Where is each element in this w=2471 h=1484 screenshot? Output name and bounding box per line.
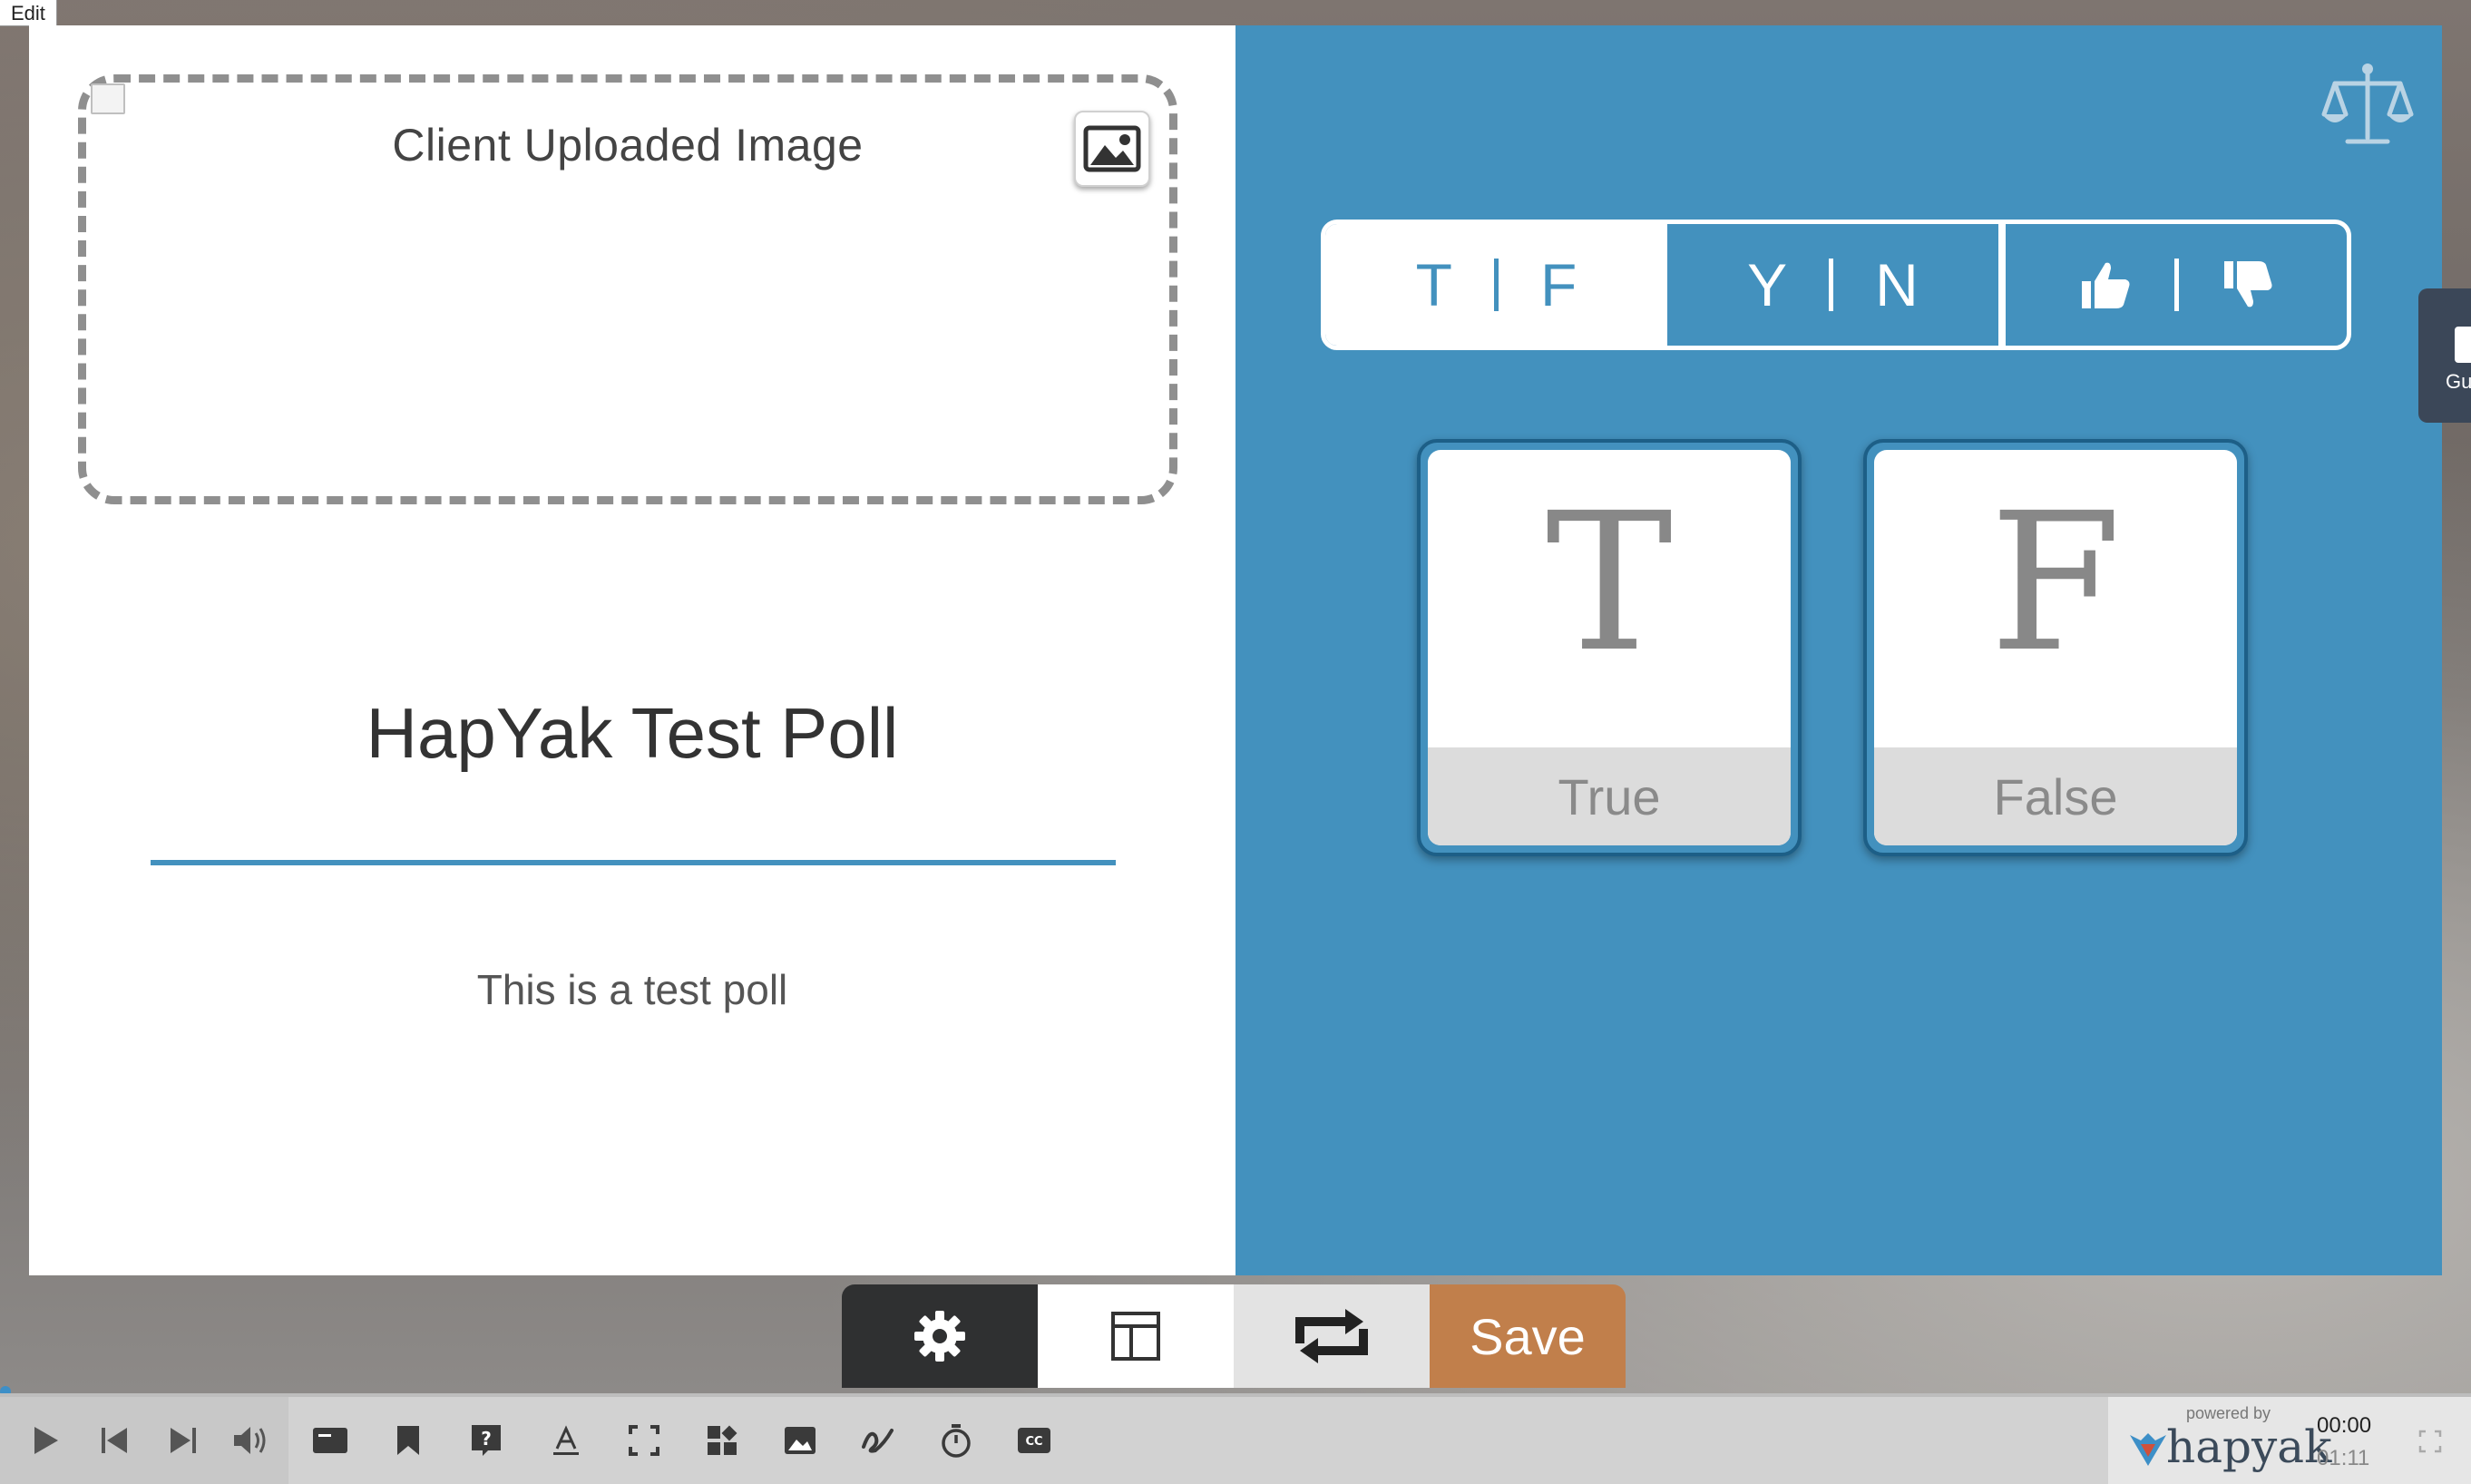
thumbs-up-icon <box>2081 262 2129 308</box>
skip-back-icon <box>102 1428 127 1453</box>
layout-icon <box>1111 1312 1160 1361</box>
poll-title[interactable]: HapYak Test Poll <box>29 692 1236 775</box>
cc-icon: CC <box>1018 1428 1050 1453</box>
separator <box>1829 259 1834 311</box>
text-icon <box>553 1425 579 1455</box>
volume-icon <box>234 1427 266 1454</box>
answer-type-true-false[interactable]: T F <box>1325 224 1667 346</box>
add-timer-button[interactable] <box>936 1421 976 1460</box>
edit-toolbar: Save <box>842 1284 1626 1388</box>
play-icon <box>34 1427 58 1454</box>
poll-content-panel: Client Uploaded Image HapYak Test Poll T… <box>29 25 1236 1275</box>
card-letter: T <box>1545 472 1674 694</box>
hapyak-branding: powered by hapyak 00:00 01:11 <box>2108 1397 2471 1484</box>
question-icon: ? <box>472 1425 501 1456</box>
image-icon <box>1083 125 1141 172</box>
image-drop-zone[interactable]: Client Uploaded Image <box>78 74 1177 504</box>
thumbs-down-icon <box>2223 261 2271 308</box>
answer-type-left: T <box>1415 251 1452 318</box>
title-divider <box>151 860 1116 865</box>
bookmark-icon <box>397 1426 419 1455</box>
guide-label: Gu <box>2446 370 2471 393</box>
settings-button[interactable] <box>842 1284 1038 1388</box>
play-button[interactable] <box>25 1421 65 1460</box>
hapyak-logo-text[interactable]: hapyak <box>2166 1421 2331 1473</box>
answer-card-false[interactable]: F False <box>1863 439 2248 856</box>
edit-tab[interactable]: Edit <box>0 0 57 26</box>
answer-type-right: F <box>1540 251 1577 318</box>
volume-button[interactable] <box>230 1421 270 1460</box>
card-letter: F <box>1989 472 2122 694</box>
next-button[interactable] <box>163 1421 203 1460</box>
previous-button[interactable] <box>94 1421 134 1460</box>
gear-icon <box>914 1311 965 1362</box>
layout-button[interactable] <box>1038 1284 1234 1388</box>
answer-type-thumbs[interactable] <box>2006 224 2347 346</box>
answer-type-left: Y <box>1747 251 1788 318</box>
guide-icon <box>2455 327 2471 363</box>
add-quiz-button[interactable]: ? <box>466 1421 506 1460</box>
draw-icon <box>862 1429 894 1453</box>
bookmark-button[interactable] <box>388 1421 428 1460</box>
upload-image-button[interactable] <box>1074 111 1150 187</box>
guide-tab[interactable]: Gu <box>2418 288 2471 423</box>
card-label[interactable]: False <box>1874 747 2237 845</box>
scales-icon[interactable] <box>2320 58 2415 152</box>
svg-text:CC: CC <box>1025 1435 1042 1449</box>
separator <box>2173 259 2179 311</box>
hapyak-logo-icon <box>2130 1433 2166 1466</box>
card-face: F False <box>1874 450 2237 845</box>
add-caption-button[interactable] <box>310 1421 350 1460</box>
poll-answers-panel: T F Y N T True F False <box>1236 25 2442 1275</box>
swap-layout-button[interactable] <box>1234 1284 1430 1388</box>
caption-card-icon <box>313 1428 347 1453</box>
closed-captions-button[interactable]: CC <box>1014 1421 1054 1460</box>
widgets-icon <box>708 1425 737 1455</box>
duration: 01:11 <box>2317 1446 2370 1470</box>
image-alt-text: Client Uploaded Image <box>392 120 864 171</box>
player-control-bar: ? CC powered by hapyak 00:00 01:11 <box>0 1393 2471 1484</box>
card-label[interactable]: True <box>1428 747 1791 845</box>
repeat-icon <box>1295 1309 1368 1363</box>
add-hotspot-button[interactable] <box>624 1421 664 1460</box>
add-text-button[interactable] <box>546 1421 586 1460</box>
save-button[interactable]: Save <box>1430 1284 1626 1388</box>
card-face: T True <box>1428 450 1791 845</box>
add-drawing-button[interactable] <box>858 1421 898 1460</box>
skip-forward-icon <box>171 1428 196 1453</box>
image-icon <box>785 1427 816 1454</box>
add-image-button[interactable] <box>780 1421 820 1460</box>
fullscreen-icon[interactable] <box>2418 1430 2442 1453</box>
answer-type-right: N <box>1875 251 1919 318</box>
frame-icon <box>629 1425 659 1456</box>
answer-type-yes-no[interactable]: Y N <box>1667 224 2006 346</box>
add-widget-button[interactable] <box>702 1421 742 1460</box>
stopwatch-icon <box>942 1424 971 1458</box>
svg-text:?: ? <box>481 1428 492 1450</box>
broken-image-icon <box>91 83 125 114</box>
poll-description[interactable]: This is a test poll <box>29 965 1236 1014</box>
answer-type-selector: T F Y N <box>1321 220 2351 350</box>
answer-card-true[interactable]: T True <box>1417 439 1802 856</box>
separator <box>1494 259 1499 311</box>
current-time: 00:00 <box>2317 1413 2372 1438</box>
